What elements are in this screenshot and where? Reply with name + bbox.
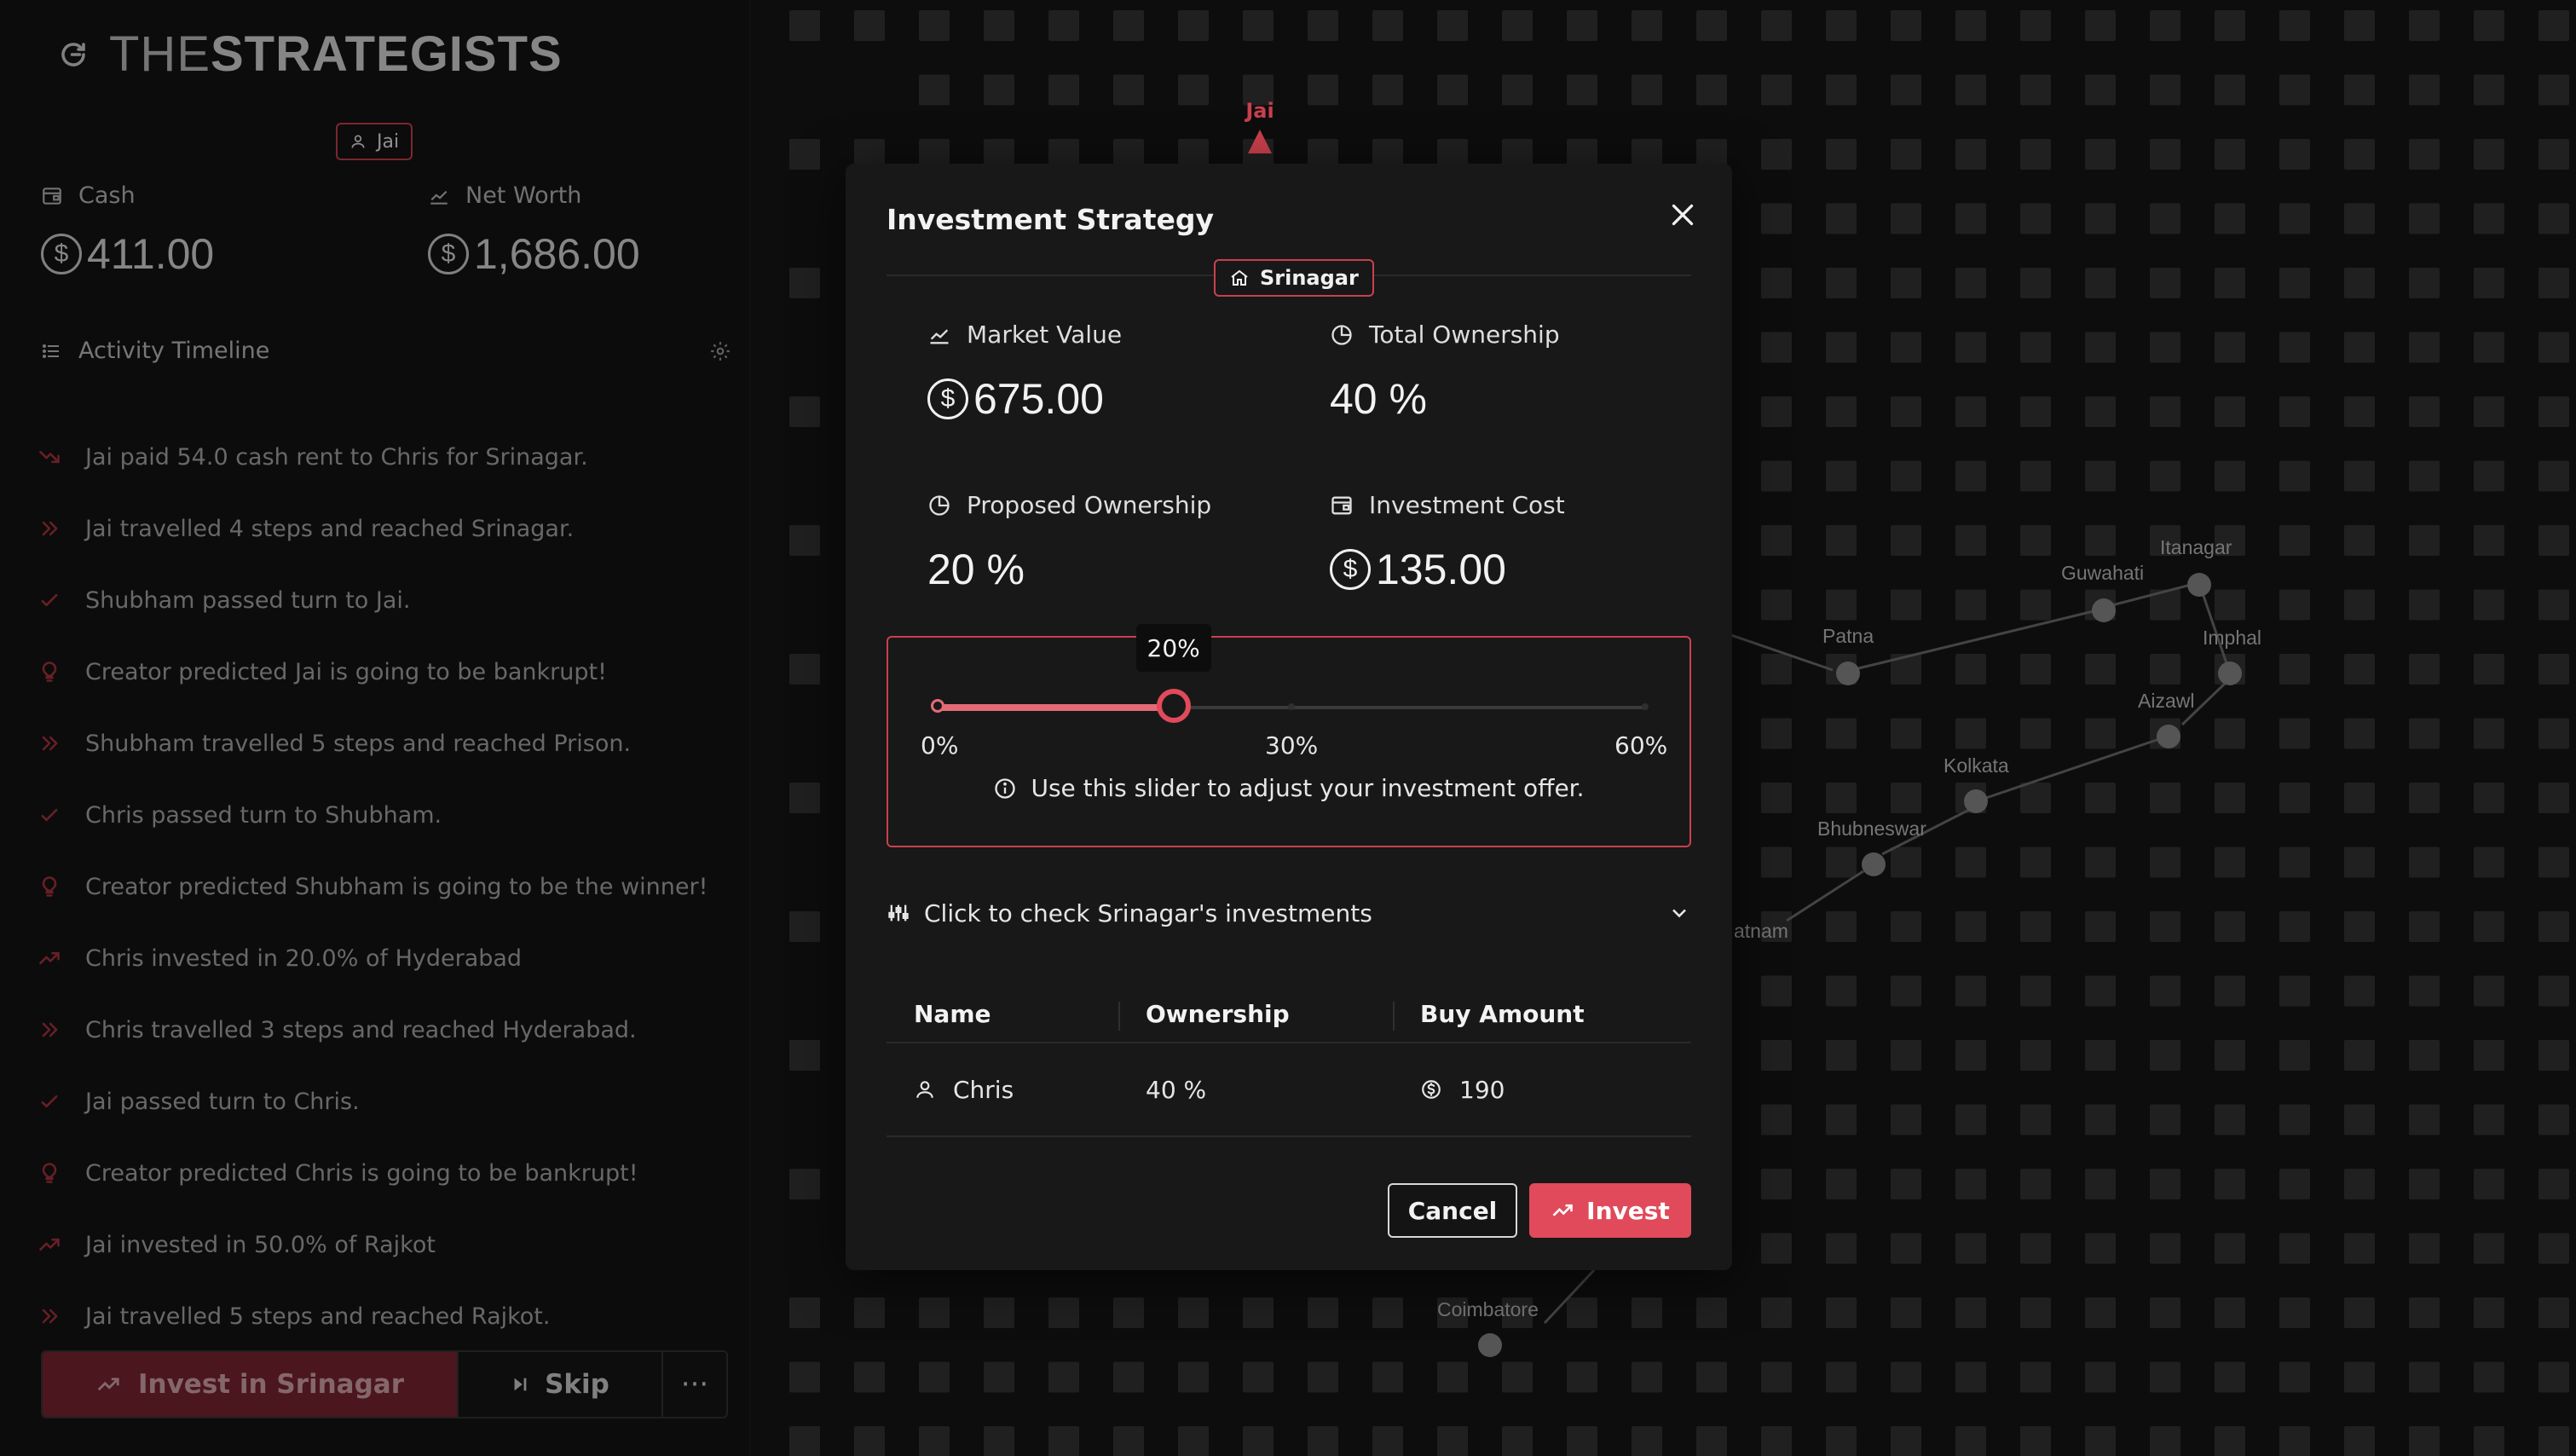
close-icon xyxy=(1672,204,1694,226)
cancel-button[interactable]: Cancel xyxy=(1388,1183,1517,1238)
column-header-ownership: Ownership xyxy=(1118,1000,1393,1031)
column-header-name: Name xyxy=(914,999,991,1028)
invest-button[interactable]: Invest xyxy=(1529,1183,1691,1238)
modal-title: Investment Strategy xyxy=(887,203,1214,236)
table-header: Name Ownership Buy Amount xyxy=(887,985,1691,1043)
cell-ownership: 40 % xyxy=(1118,1076,1393,1104)
pie-chart-icon xyxy=(929,494,950,516)
slider-min-label: 0% xyxy=(921,731,959,760)
slider-thumb[interactable] xyxy=(1156,689,1191,723)
total-ownership-value: 40 % xyxy=(1330,375,1427,423)
dollar-icon: $ xyxy=(927,378,968,419)
wallet-icon xyxy=(1331,496,1352,514)
slider-mid-label: 30% xyxy=(1265,731,1319,760)
total-ownership-stat: Total Ownership 40 % xyxy=(1330,321,1560,424)
trending-up-icon xyxy=(1552,1204,1573,1216)
city-chip: Srinagar xyxy=(1214,259,1374,297)
dollar-icon: $ xyxy=(1330,549,1371,590)
proposed-ownership-value: 20 % xyxy=(927,546,1025,593)
investment-slider[interactable] xyxy=(931,689,1649,723)
cell-buy-amount: 190 xyxy=(1393,1076,1691,1104)
player-marker-jai: Jai xyxy=(1243,99,1277,153)
investments-table: Name Ownership Buy Amount Chris 40 % 190 xyxy=(887,985,1691,1137)
user-icon xyxy=(916,1081,933,1098)
player-marker-name: Jai xyxy=(1245,99,1274,123)
market-value: 675.00 xyxy=(973,375,1104,423)
slider-hint-text: Use this slider to adjust your investmen… xyxy=(1031,774,1585,802)
sliders-icon xyxy=(888,904,909,922)
investor-buy-amount: 190 xyxy=(1459,1075,1505,1104)
investor-name: Chris xyxy=(953,1075,1014,1104)
market-value-stat: Market Value $ 675.00 xyxy=(927,321,1122,424)
chart-line-icon xyxy=(930,328,949,344)
slider-step-dot xyxy=(1642,703,1649,710)
column-header-buy-amount: Buy Amount xyxy=(1393,1000,1691,1031)
player-marker-arrow xyxy=(1248,130,1272,153)
market-value-label: Market Value xyxy=(967,321,1123,349)
close-button[interactable] xyxy=(1667,199,1698,230)
city-chip-label: Srinagar xyxy=(1260,266,1359,290)
investment-strategy-modal: Investment Strategy Srinagar Market Valu… xyxy=(846,164,1732,1270)
investment-cost-stat: Investment Cost $ 135.00 xyxy=(1330,491,1565,594)
slider-hint: Use this slider to adjust your investmen… xyxy=(888,774,1689,802)
total-ownership-label: Total Ownership xyxy=(1369,321,1560,349)
cancel-label: Cancel xyxy=(1407,1196,1498,1225)
investment-slider-box: 20% 0% 30% 60% Use this slider to adjust… xyxy=(887,624,1691,847)
cell-name: Chris xyxy=(887,1076,1118,1104)
slider-start-dot xyxy=(931,699,944,713)
pie-chart-icon xyxy=(1331,324,1352,345)
city-investments-toggle[interactable]: Click to check Srinagar's investments xyxy=(887,892,1691,934)
proposed-ownership-stat: Proposed Ownership 20 % xyxy=(927,491,1211,594)
city-investments-toggle-label: Click to check Srinagar's investments xyxy=(924,898,1372,927)
slider-step-dot xyxy=(1288,703,1295,710)
dollar-icon xyxy=(1422,1080,1441,1099)
home-icon xyxy=(1231,269,1248,286)
proposed-ownership-label: Proposed Ownership xyxy=(967,491,1212,519)
invest-label: Invest xyxy=(1586,1196,1670,1225)
info-icon xyxy=(995,777,1016,799)
slider-fill xyxy=(938,704,1174,711)
chevron-down-icon xyxy=(1672,909,1686,918)
investment-cost-label: Investment Cost xyxy=(1369,491,1565,519)
investor-ownership: 40 % xyxy=(1146,1075,1207,1104)
table-row: Chris 40 % 190 xyxy=(887,1043,1691,1137)
slider-max-label: 60% xyxy=(1614,731,1668,760)
investment-cost-value: 135.00 xyxy=(1376,546,1506,593)
slider-value-tooltip: 20% xyxy=(1135,624,1211,672)
